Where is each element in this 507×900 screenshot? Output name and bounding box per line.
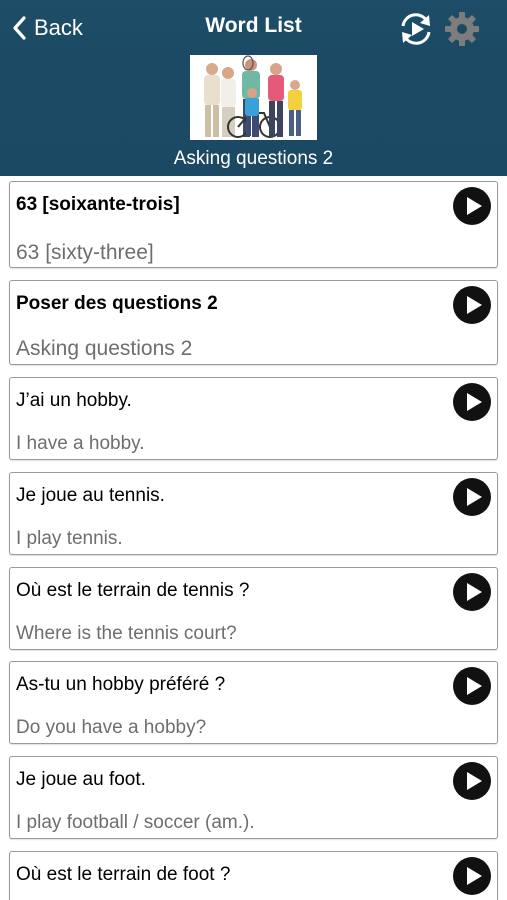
phrase-english: I play tennis. (16, 528, 123, 549)
phrase-french: Je joue au foot. (16, 769, 146, 790)
phrase-english: Where is the tennis court? (16, 623, 237, 644)
play-icon[interactable] (453, 667, 491, 705)
list-item[interactable]: Où est le terrain de foot ? (9, 851, 498, 900)
phrase-english: I have a hobby. (16, 433, 145, 454)
phrase-english: 63 [sixty-three] (16, 241, 154, 264)
play-icon[interactable] (453, 383, 491, 421)
refresh-play-icon[interactable] (396, 11, 436, 47)
phrase-french: As-tu un hobby préféré ? (16, 674, 226, 695)
header: Back Word List Asking questions 2 (0, 0, 507, 176)
list-item[interactable]: Poser des questions 2 Asking questions 2 (9, 280, 498, 365)
list-item[interactable]: J’ai un hobby. I have a hobby. (9, 377, 498, 460)
list-item[interactable]: As-tu un hobby préféré ? Do you have a h… (9, 661, 498, 744)
play-icon[interactable] (453, 286, 491, 324)
play-icon[interactable] (453, 478, 491, 516)
gear-icon[interactable] (444, 11, 480, 47)
lesson-photo (190, 55, 317, 140)
list-item[interactable]: Je joue au tennis. I play tennis. (9, 472, 498, 555)
word-list[interactable]: 63 [soixante-trois] 63 [sixty-three] Pos… (0, 176, 507, 900)
phrase-french: J’ai un hobby. (16, 390, 132, 411)
list-item[interactable]: 63 [soixante-trois] 63 [sixty-three] (9, 181, 498, 268)
list-item[interactable]: Où est le terrain de tennis ? Where is t… (9, 567, 498, 650)
play-icon[interactable] (453, 857, 491, 895)
play-icon[interactable] (453, 187, 491, 225)
phrase-english: Asking questions 2 (16, 337, 193, 360)
list-item[interactable]: Je joue au foot. I play football / socce… (9, 756, 498, 839)
phrase-french: Où est le terrain de foot ? (16, 864, 231, 885)
phrase-english: I play football / soccer (am.). (16, 812, 255, 833)
phrase-french: Où est le terrain de tennis ? (16, 580, 250, 601)
phrase-french: 63 [soixante-trois] (16, 194, 180, 215)
play-icon[interactable] (453, 573, 491, 611)
nav-bar: Back Word List (0, 0, 507, 55)
play-icon[interactable] (453, 762, 491, 800)
lesson-title: Asking questions 2 (173, 148, 334, 169)
phrase-french: Poser des questions 2 (16, 293, 218, 314)
phrase-french: Je joue au tennis. (16, 485, 165, 506)
phrase-english: Do you have a hobby? (16, 717, 207, 738)
